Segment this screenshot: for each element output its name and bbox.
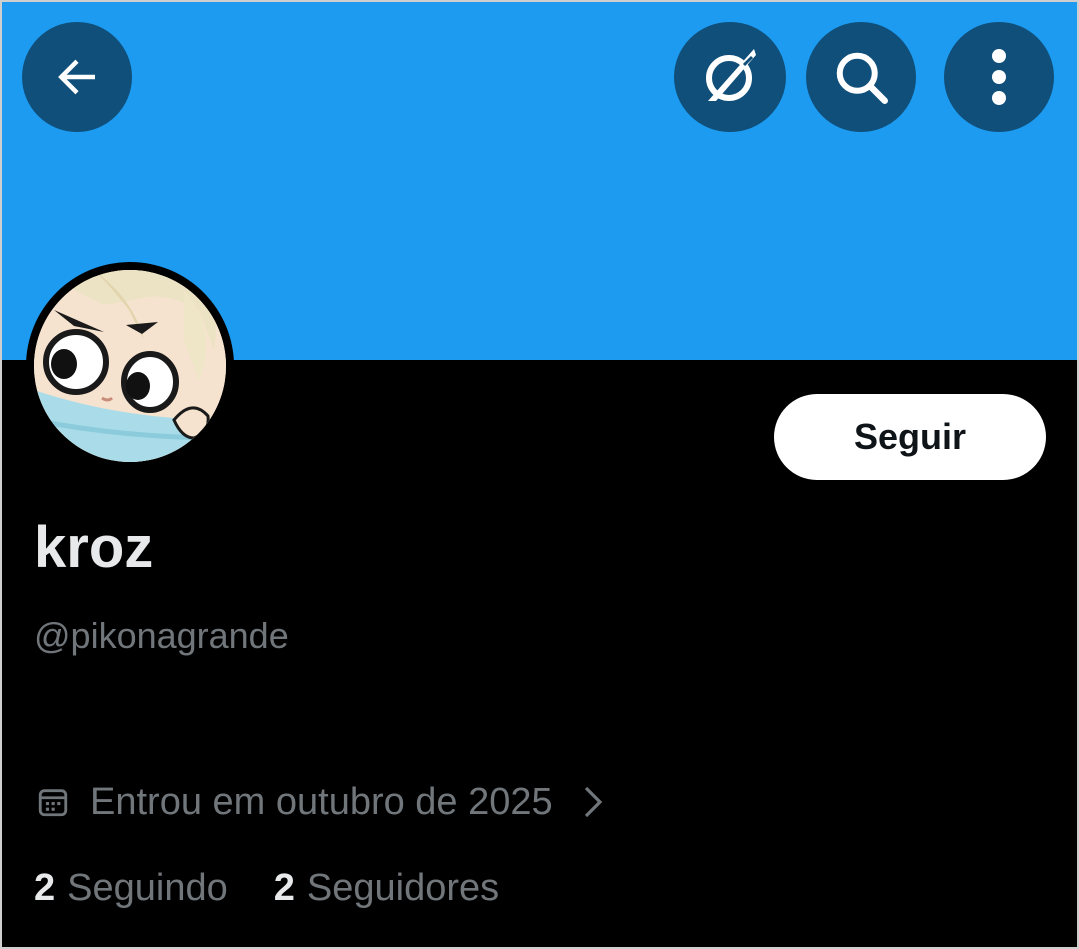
profile-avatar[interactable] xyxy=(26,262,234,470)
chevron-right-icon xyxy=(584,786,602,818)
followers-link[interactable]: 2 Seguidores xyxy=(274,862,499,914)
following-label: Seguindo xyxy=(67,867,228,909)
grok-icon xyxy=(706,49,756,101)
followers-count: 2 xyxy=(273,867,295,909)
user-handle: @pikonagrande xyxy=(34,615,289,656)
more-options-button[interactable] xyxy=(944,22,1054,132)
search-button[interactable] xyxy=(806,22,916,132)
follow-stats: 2 Seguindo 2 Seguidores xyxy=(34,862,545,914)
back-button[interactable] xyxy=(22,22,132,132)
following-link[interactable]: 2 Seguindo xyxy=(34,862,228,914)
joined-date-text: Entrou em outubro de 2025 xyxy=(90,781,553,823)
more-vertical-icon xyxy=(992,49,1006,105)
search-icon xyxy=(836,52,888,104)
grok-button[interactable] xyxy=(674,22,786,132)
arrow-left-icon xyxy=(58,59,95,95)
follow-button[interactable]: Seguir xyxy=(774,394,1046,480)
display-name: kroz xyxy=(34,515,154,580)
avatar-image xyxy=(34,270,226,462)
calendar-icon xyxy=(38,789,68,817)
joined-date-row[interactable]: Entrou em outubro de 2025 xyxy=(36,776,603,828)
following-count: 2 xyxy=(34,867,56,909)
followers-label: Seguidores xyxy=(306,867,500,909)
